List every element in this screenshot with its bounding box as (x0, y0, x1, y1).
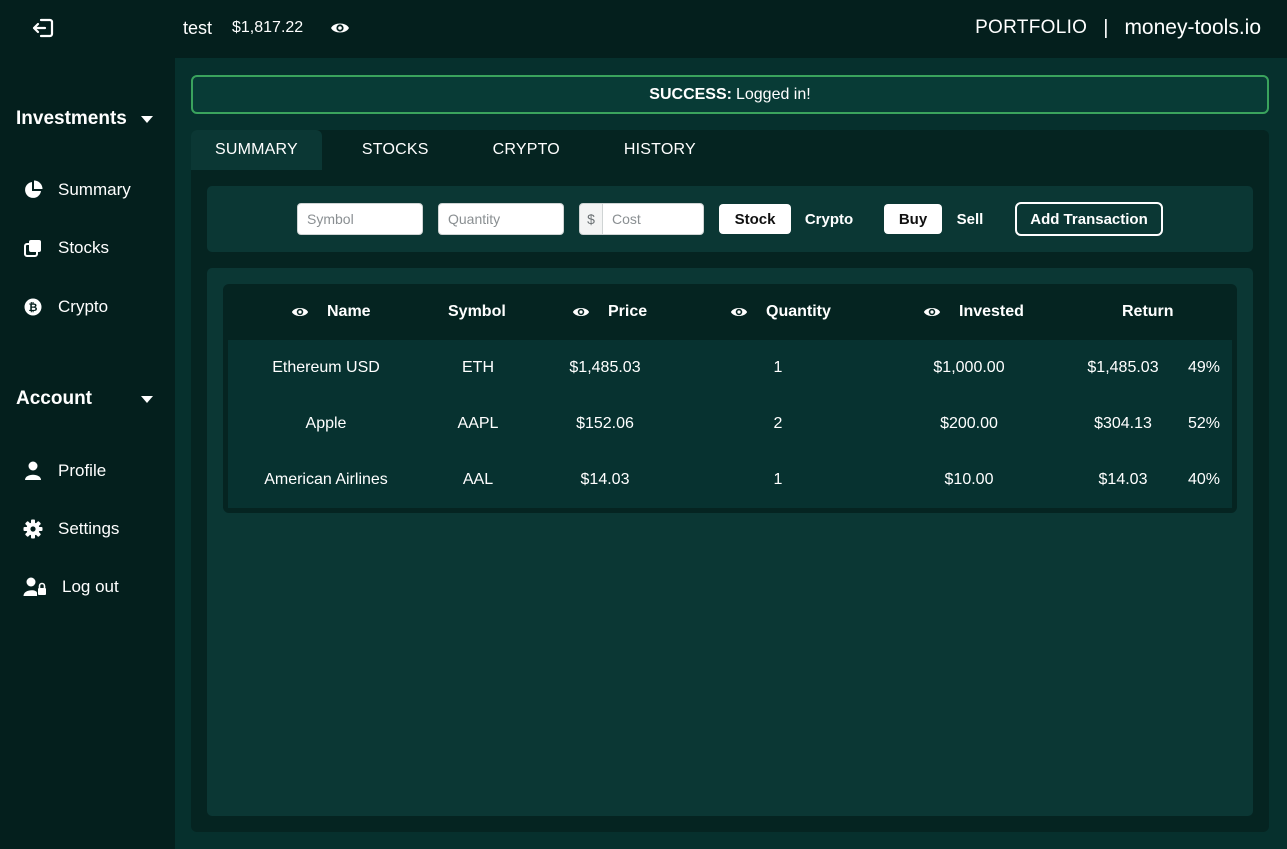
caret-down-icon (141, 395, 153, 403)
side-sell-toggle[interactable]: Sell (947, 204, 993, 234)
sidebar-item-logout[interactable]: Log out (22, 574, 119, 600)
cell-symbol: AAPL (457, 415, 499, 432)
table-row[interactable]: Apple AAPL $152.06 2 $200.00 $304.13 52% (228, 396, 1232, 452)
sidebar-item-stocks[interactable]: Stocks (22, 235, 109, 261)
sidebar-item-label: Log out (62, 577, 119, 596)
sidebar-item-label: Settings (58, 519, 120, 538)
column-header-quantity[interactable]: Quantity (730, 284, 831, 340)
table-row[interactable]: Ethereum USD ETH $1,485.03 1 $1,000.00 $… (228, 340, 1232, 396)
type-crypto-toggle[interactable]: Crypto (797, 204, 861, 234)
add-transaction-button[interactable]: Add Transaction (1015, 202, 1163, 236)
tab-stocks[interactable]: STOCKS (322, 130, 453, 170)
cell-return-percent: 49% (1187, 359, 1221, 376)
site-name[interactable]: money-tools.io (1124, 16, 1261, 40)
cell-invested: $1,000.00 (933, 359, 1005, 376)
symbol-input[interactable]: Symbol (297, 203, 423, 235)
success-alert: SUCCESS: Logged in! (191, 75, 1269, 114)
sign-out-icon[interactable] (30, 15, 56, 41)
top-bar: test $1,817.22 PORTFOLIO | money-tools.i… (0, 0, 1287, 58)
sidebar-group-account[interactable]: Account (16, 386, 161, 412)
cell-price: $14.03 (580, 471, 630, 488)
cost-input[interactable]: Cost (602, 203, 704, 235)
brand: PORTFOLIO | money-tools.io (975, 16, 1261, 40)
cell-name: Apple (305, 415, 347, 432)
column-label: Price (608, 303, 648, 320)
cell-return-percent: 40% (1187, 471, 1221, 488)
cell-name: American Airlines (264, 471, 388, 488)
tab-crypto[interactable]: CRYPTO (453, 130, 584, 170)
column-label: Name (327, 303, 371, 320)
eye-icon[interactable] (291, 303, 309, 321)
eye-icon[interactable] (923, 303, 941, 321)
column-label: Return (1122, 303, 1174, 320)
pie-chart-icon (22, 179, 44, 201)
sidebar-item-label: Profile (58, 461, 107, 480)
alert-title: SUCCESS: (649, 85, 732, 103)
alert-message: Logged in! (735, 85, 811, 103)
sidebar-item-label: Summary (58, 180, 131, 199)
transaction-form: Symbol Quantity $ Cost Stock Crypto Buy … (207, 186, 1253, 252)
gear-icon (22, 518, 44, 540)
sidebar-item-profile[interactable]: Profile (22, 458, 106, 484)
cell-price: $152.06 (576, 415, 634, 432)
copy-icon (22, 237, 44, 259)
type-stock-toggle[interactable]: Stock (719, 204, 791, 234)
table-row[interactable]: American Airlines AAL $14.03 1 $10.00 $1… (228, 452, 1232, 508)
cell-price: $1,485.03 (569, 359, 641, 376)
username: test (183, 18, 213, 38)
user-lock-icon (22, 576, 48, 598)
tab-summary[interactable]: SUMMARY (191, 130, 322, 170)
user-icon (22, 460, 44, 482)
sidebar-item-label: Stocks (58, 238, 110, 257)
eye-icon[interactable] (730, 303, 748, 321)
sidebar-group-label: Account (16, 388, 92, 409)
cell-return-value: $1,485.03 (1087, 359, 1159, 376)
cell-invested: $200.00 (940, 415, 998, 432)
section-title: PORTFOLIO (975, 17, 1088, 38)
cell-symbol: AAL (462, 471, 494, 488)
sidebar-group-label: Investments (16, 108, 127, 129)
table-body: Ethereum USD ETH $1,485.03 1 $1,000.00 $… (228, 340, 1232, 508)
cell-return-percent: 52% (1187, 415, 1221, 432)
sidebar: Investments Summary Stocks ₿ Crypto Acco… (0, 58, 175, 849)
column-header-name[interactable]: Name (291, 284, 371, 340)
tab-bar: SUMMARY STOCKS CRYPTO HISTORY (191, 130, 720, 170)
column-header-return[interactable]: Return (1122, 284, 1174, 340)
column-label: Quantity (766, 303, 831, 320)
svg-text:₿: ₿ (29, 301, 38, 314)
brand-separator: | (1103, 16, 1109, 39)
column-header-symbol[interactable]: Symbol (448, 284, 506, 340)
sidebar-item-label: Crypto (58, 297, 109, 316)
tab-history[interactable]: HISTORY (584, 130, 720, 170)
cell-return-value: $14.03 (1098, 471, 1148, 488)
cell-symbol: ETH (462, 359, 494, 376)
cell-quantity: 1 (773, 359, 783, 376)
sidebar-item-crypto[interactable]: ₿ Crypto (22, 294, 108, 320)
column-label: Symbol (448, 303, 506, 320)
eye-icon[interactable] (330, 18, 350, 38)
cell-quantity: 2 (773, 415, 783, 432)
bitcoin-icon: ₿ (22, 296, 44, 318)
cost-prefix: $ (579, 203, 603, 235)
sidebar-group-investments[interactable]: Investments (16, 106, 161, 132)
quantity-input[interactable]: Quantity (438, 203, 564, 235)
cell-invested: $10.00 (944, 471, 994, 488)
eye-icon[interactable] (572, 303, 590, 321)
account-balance: $1,817.22 (232, 19, 304, 36)
cell-name: Ethereum USD (272, 359, 380, 376)
column-header-invested[interactable]: Invested (923, 284, 1024, 340)
cell-return-value: $304.13 (1094, 415, 1152, 432)
sidebar-item-summary[interactable]: Summary (22, 177, 131, 203)
table-header: Name Symbol Price Quantity Invested Retu… (223, 284, 1237, 340)
sidebar-item-settings[interactable]: Settings (22, 516, 119, 542)
column-label: Invested (959, 303, 1024, 320)
cell-quantity: 1 (773, 471, 783, 488)
column-header-price[interactable]: Price (572, 284, 647, 340)
caret-down-icon (141, 115, 153, 123)
side-buy-toggle[interactable]: Buy (884, 204, 942, 234)
